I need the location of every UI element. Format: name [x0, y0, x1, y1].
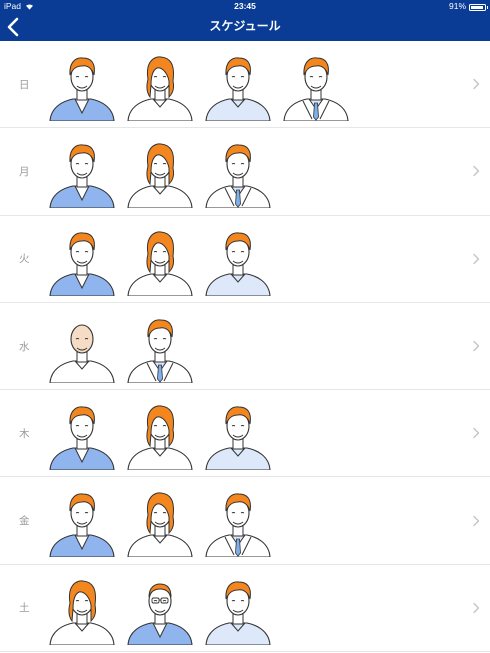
staff-avatar	[125, 51, 195, 122]
staff-avatar	[203, 400, 273, 471]
staff-avatar	[47, 226, 117, 297]
schedule-row[interactable]: 木	[0, 390, 490, 478]
schedule-row[interactable]: 土	[0, 565, 490, 653]
navigation-bar: iPad 23:45 91% スケジュール	[0, 0, 490, 41]
staff-avatar	[125, 313, 195, 384]
staff-avatar	[47, 400, 117, 471]
staff-avatar	[47, 51, 117, 122]
chevron-right-icon	[473, 340, 480, 352]
day-label: 水	[19, 340, 30, 353]
schedule-row[interactable]: 金	[0, 477, 490, 565]
battery-percent: 91%	[448, 1, 466, 11]
staff-group	[47, 51, 351, 122]
day-label: 火	[19, 253, 30, 266]
staff-avatar	[47, 487, 117, 559]
clock: 23:45	[234, 1, 256, 11]
staff-group	[47, 487, 273, 559]
staff-avatar	[203, 226, 273, 297]
staff-group	[47, 138, 273, 209]
staff-avatar	[203, 51, 273, 122]
day-label: 月	[19, 165, 30, 178]
staff-avatar	[125, 226, 195, 297]
staff-avatar	[47, 313, 117, 384]
staff-avatar	[125, 487, 195, 559]
staff-avatar	[281, 51, 351, 122]
staff-avatar	[125, 400, 195, 471]
chevron-right-icon	[473, 515, 480, 526]
chevron-right-icon	[473, 166, 480, 177]
page-title: スケジュール	[209, 19, 281, 33]
staff-avatar	[203, 487, 273, 559]
schedule-row[interactable]: 火	[0, 216, 490, 303]
schedule-row[interactable]: 日	[0, 41, 490, 129]
chevron-right-icon	[473, 602, 480, 614]
staff-group	[47, 400, 273, 471]
staff-avatar	[203, 138, 273, 209]
chevron-right-icon	[473, 78, 480, 90]
day-label: 木	[19, 427, 30, 440]
staff-avatar	[47, 575, 117, 646]
staff-avatar	[125, 138, 195, 209]
staff-group	[47, 313, 195, 384]
schedule-row[interactable]: 月	[0, 128, 490, 216]
day-label: 土	[19, 602, 30, 615]
schedule-row[interactable]: 水	[0, 303, 490, 391]
chevron-right-icon	[473, 428, 480, 439]
day-label: 日	[19, 78, 30, 91]
day-label: 金	[19, 515, 30, 528]
staff-avatar	[203, 575, 273, 646]
status-bar: iPad 23:45 91%	[0, 0, 490, 12]
chevron-right-icon	[473, 253, 480, 264]
staff-group	[47, 226, 273, 297]
staff-avatar	[125, 575, 195, 646]
staff-avatar	[47, 138, 117, 209]
battery-icon	[469, 3, 488, 11]
schedule-list: 日月火水木金土	[0, 41, 490, 653]
staff-group	[47, 575, 273, 646]
